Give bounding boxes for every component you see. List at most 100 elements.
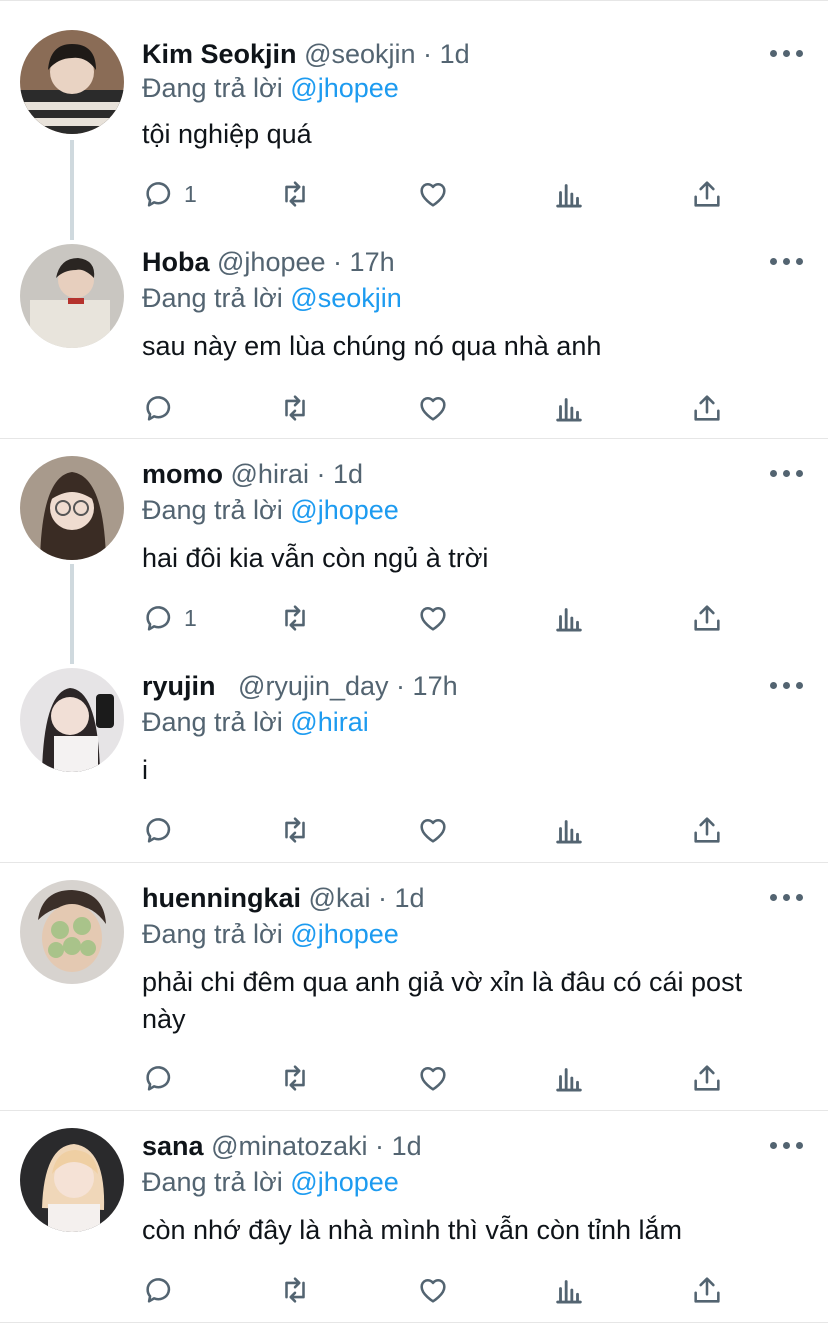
retweet-icon xyxy=(285,395,305,421)
tweet-text: phải chi đêm qua anh giả vờ xỉn là đâu c… xyxy=(142,967,743,1034)
timestamp[interactable]: 1d xyxy=(333,459,363,489)
reply-icon xyxy=(146,606,171,631)
avatar[interactable] xyxy=(20,456,124,560)
share-button[interactable] xyxy=(690,598,724,638)
replying-to: Đang trả lời @hirai xyxy=(142,702,369,742)
like-button[interactable] xyxy=(416,388,450,428)
tweet-actions xyxy=(142,1058,762,1098)
like-icon xyxy=(420,182,446,207)
avatar[interactable] xyxy=(20,30,124,134)
timestamp[interactable]: 17h xyxy=(413,671,458,701)
author-name[interactable]: Kim Seokjin xyxy=(142,39,297,69)
share-icon xyxy=(694,395,720,421)
reply-icon xyxy=(146,1278,171,1303)
author-handle[interactable]: @kai xyxy=(309,883,371,913)
retweet-icon xyxy=(285,817,305,843)
retweet-button[interactable] xyxy=(278,174,312,214)
avatar[interactable] xyxy=(20,1128,124,1232)
tweet-text: tội nghiệp quá xyxy=(142,119,312,149)
share-button[interactable] xyxy=(690,1058,724,1098)
author-name[interactable]: huenningkai xyxy=(142,883,301,913)
author-handle[interactable]: @minatozaki xyxy=(211,1131,367,1161)
reply-count: 1 xyxy=(184,604,197,631)
replying-to-label: Đang trả lời xyxy=(142,283,283,313)
analytics-button[interactable] xyxy=(552,1270,586,1310)
timestamp[interactable]: 1d xyxy=(440,39,470,69)
share-button[interactable] xyxy=(690,174,724,214)
author-handle[interactable]: @ryujin_day xyxy=(238,671,388,701)
author-name[interactable]: momo xyxy=(142,459,223,489)
reply-button[interactable] xyxy=(142,810,184,850)
timestamp[interactable]: 1d xyxy=(395,883,425,913)
mention-link[interactable]: @hirai xyxy=(290,707,368,737)
avatar[interactable] xyxy=(20,244,124,348)
top-divider xyxy=(0,0,828,5)
replying-to-label: Đang trả lời xyxy=(142,1167,283,1197)
separator-dot: · xyxy=(333,247,343,277)
replying-to-label: Đang trả lời xyxy=(142,919,283,949)
reply-button[interactable] xyxy=(142,1058,184,1098)
timestamp[interactable]: 17h xyxy=(350,247,395,277)
analytics-button[interactable] xyxy=(552,598,586,638)
replying-to: Đang trả lời @jhopee xyxy=(142,68,399,108)
tweet-text: sau này em lùa chúng nó qua nhà anh xyxy=(142,331,602,361)
retweet-button[interactable] xyxy=(278,1270,312,1310)
more-icon[interactable] xyxy=(770,258,804,268)
mention-link[interactable]: @jhopee xyxy=(290,73,399,103)
retweet-button[interactable] xyxy=(278,810,312,850)
author-name[interactable]: ryujin xyxy=(142,671,216,701)
tweet-text: i xyxy=(142,755,148,785)
reply-button[interactable] xyxy=(142,1270,184,1310)
share-icon xyxy=(694,817,720,843)
tweet-actions: 1 xyxy=(142,174,762,214)
mention-link[interactable]: @jhopee xyxy=(290,919,399,949)
like-button[interactable] xyxy=(416,598,450,638)
author-name[interactable]: sana xyxy=(142,1131,204,1161)
avatar[interactable] xyxy=(20,880,124,984)
share-button[interactable] xyxy=(690,388,724,428)
retweet-button[interactable] xyxy=(278,598,312,638)
reply-icon xyxy=(146,396,171,421)
analytics-button[interactable] xyxy=(552,388,586,428)
like-button[interactable] xyxy=(416,1058,450,1098)
reply-button[interactable]: 1 xyxy=(142,598,197,638)
share-button[interactable] xyxy=(690,810,724,850)
more-icon[interactable] xyxy=(770,1142,804,1152)
more-icon[interactable] xyxy=(770,682,804,692)
mention-link[interactable]: @jhopee xyxy=(290,495,399,525)
retweet-button[interactable] xyxy=(278,1058,312,1098)
retweet-button[interactable] xyxy=(278,388,312,428)
author-name[interactable]: Hoba xyxy=(142,247,210,277)
divider xyxy=(0,438,828,439)
like-icon xyxy=(420,396,446,421)
timestamp[interactable]: 1d xyxy=(392,1131,422,1161)
avatar[interactable] xyxy=(20,668,124,772)
reply-button[interactable] xyxy=(142,388,184,428)
more-icon[interactable] xyxy=(770,50,804,60)
analytics-button[interactable] xyxy=(552,1058,586,1098)
tweet-text: còn nhớ đây là nhà mình thì vẫn còn tỉnh… xyxy=(142,1215,683,1245)
tweet-actions xyxy=(142,388,762,428)
separator-dot: · xyxy=(375,1131,385,1161)
analytics-button[interactable] xyxy=(552,174,586,214)
author-handle[interactable]: @hirai xyxy=(231,459,309,489)
like-button[interactable] xyxy=(416,174,450,214)
stats-icon xyxy=(556,398,582,422)
stats-icon xyxy=(556,1280,582,1304)
replying-to: Đang trả lời @seokjin xyxy=(142,278,402,318)
more-icon[interactable] xyxy=(770,894,804,904)
mention-link[interactable]: @seokjin xyxy=(290,283,401,313)
reply-button[interactable]: 1 xyxy=(142,174,197,214)
analytics-button[interactable] xyxy=(552,810,586,850)
more-icon[interactable] xyxy=(770,470,804,480)
stats-icon xyxy=(556,820,582,844)
author-handle[interactable]: @jhopee xyxy=(217,247,326,277)
like-button[interactable] xyxy=(416,810,450,850)
tweet-text: hai đôi kia vẫn còn ngủ à trời xyxy=(142,543,489,573)
stats-icon xyxy=(556,1068,582,1092)
replying-to: Đang trả lời @jhopee xyxy=(142,490,399,530)
mention-link[interactable]: @jhopee xyxy=(290,1167,399,1197)
author-handle[interactable]: @seokjin xyxy=(304,39,415,69)
like-button[interactable] xyxy=(416,1270,450,1310)
share-button[interactable] xyxy=(690,1270,724,1310)
